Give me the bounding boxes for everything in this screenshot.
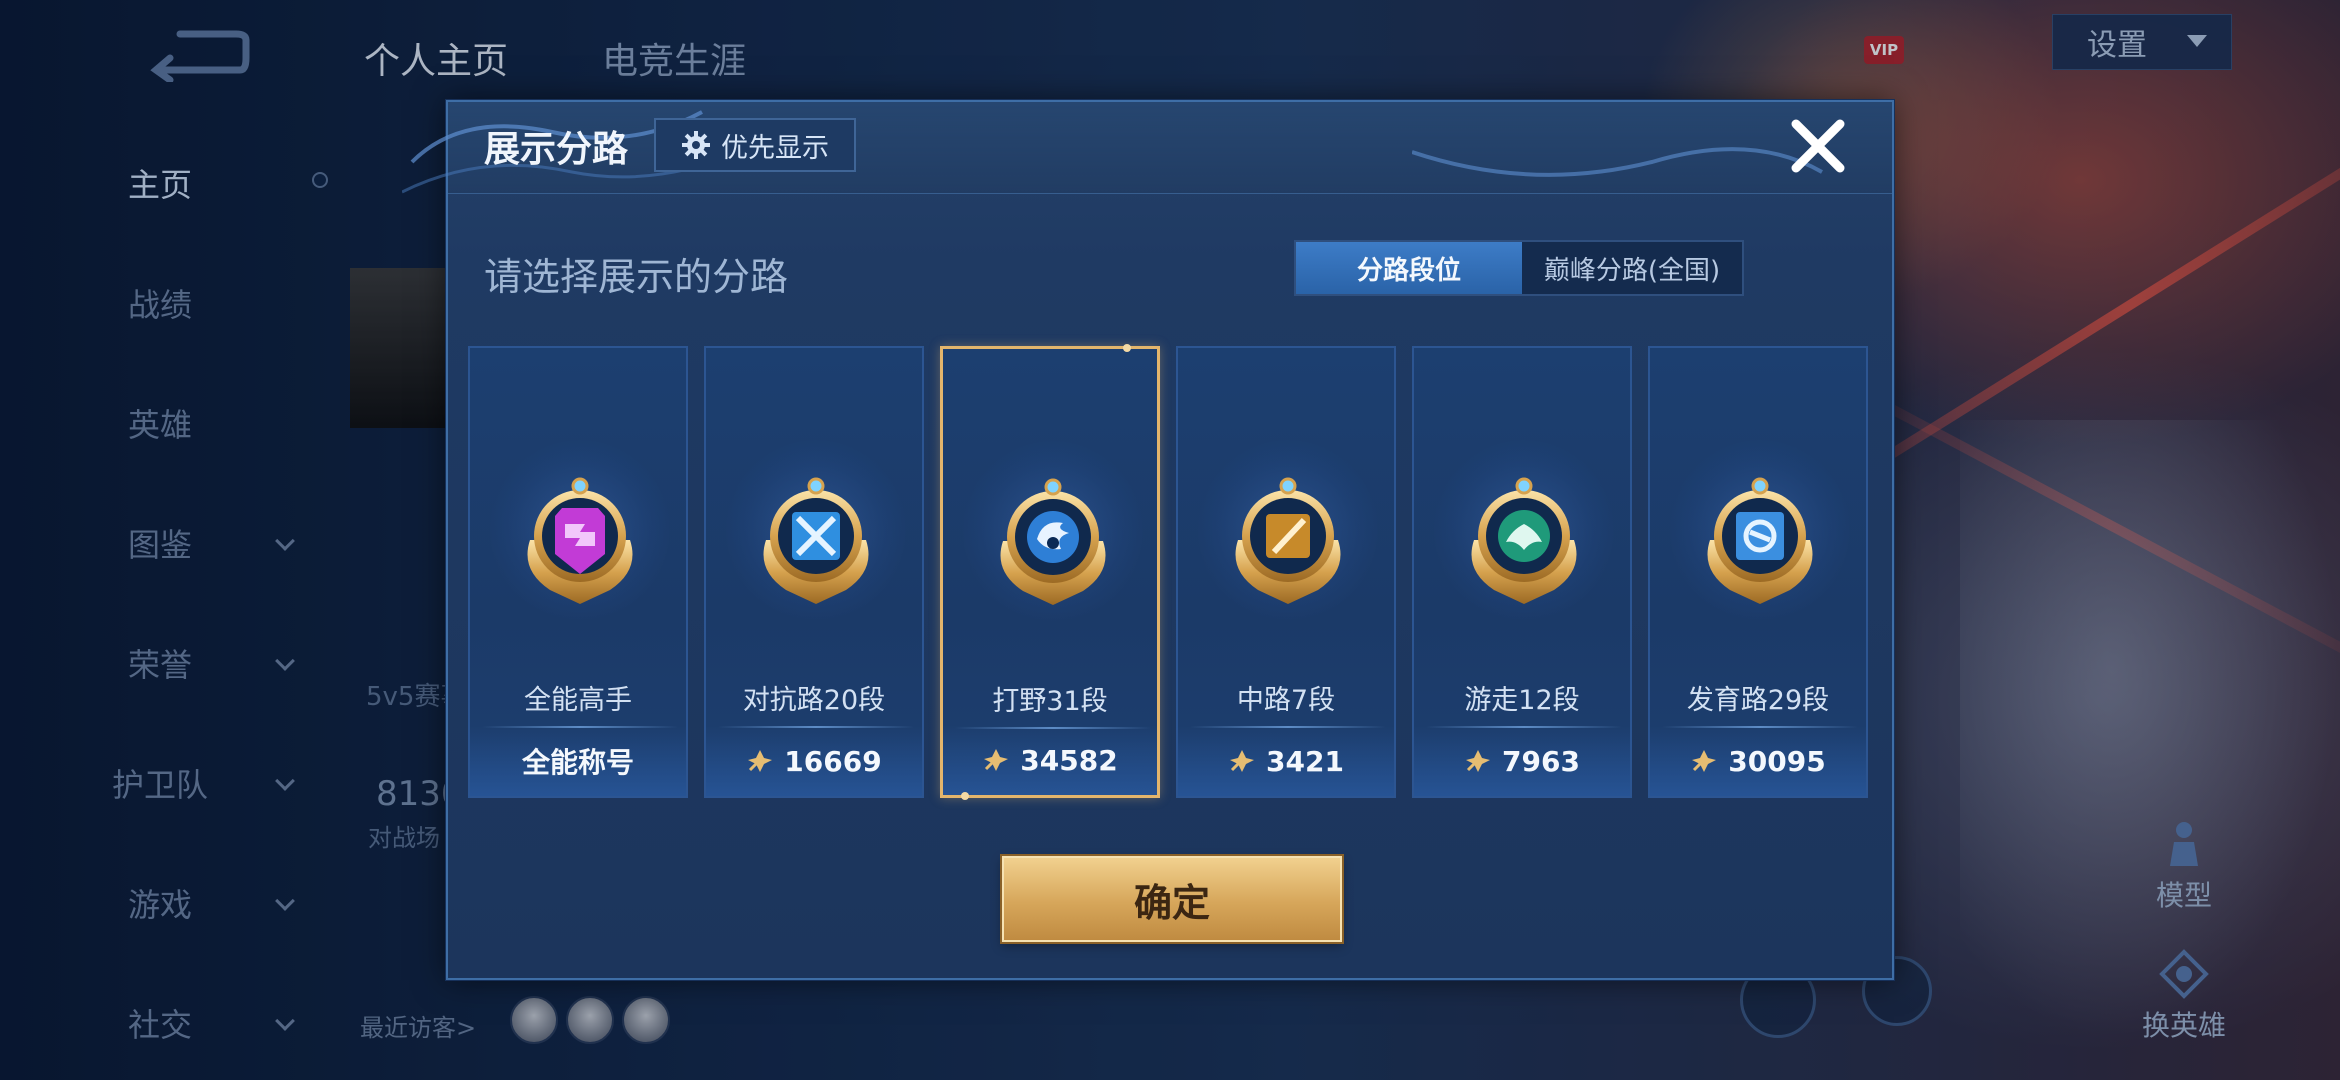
clash-lane-emblem-icon — [746, 470, 886, 610]
lane-rank-label: 对抗路20段 — [742, 685, 886, 716]
selection-corner-dot — [961, 792, 969, 800]
lane-score-value: 7963 — [1502, 744, 1580, 778]
tab-lane-rank[interactable]: 分路段位 — [1296, 242, 1522, 294]
tab-peak-lane-national[interactable]: 巅峰分路(全国) — [1522, 242, 1742, 294]
confirm-button[interactable]: 确定 — [1002, 856, 1342, 942]
dialog-title: 展示分路 — [484, 129, 629, 170]
lane-card-list: 全能高手 全能称号 对抗路20段 16669 打野31段 34582 中路7段 3421 游走1… — [468, 344, 1876, 800]
lane-rank-label: 发育路29段 — [1686, 685, 1830, 716]
gear-icon — [682, 131, 710, 159]
decorative-swirl-icon — [1412, 147, 1823, 177]
lane-card[interactable]: 中路7段 3421 — [1176, 346, 1396, 798]
lane-score-row: 3421 — [1178, 726, 1394, 796]
lane-score-row: 全能称号 — [470, 726, 686, 796]
lane-card[interactable]: 对抗路20段 16669 — [704, 346, 924, 798]
points-icon — [1230, 750, 1255, 772]
lane-score-row: 7963 — [1414, 726, 1630, 796]
lane-card[interactable]: 发育路29段 30095 — [1648, 346, 1868, 798]
points-icon — [1692, 750, 1717, 772]
points-icon — [748, 750, 773, 772]
selection-corner-dot — [1123, 344, 1131, 352]
lane-score-value: 16669 — [784, 744, 882, 778]
mid-lane-emblem-icon — [1218, 470, 1358, 610]
lane-score-value: 3421 — [1266, 744, 1344, 778]
lane-score-row: 34582 — [943, 725, 1157, 795]
farm-lane-emblem-icon — [1690, 470, 1830, 610]
lane-rank-label: 打野31段 — [992, 686, 1108, 717]
lane-score-row: 16669 — [706, 726, 922, 796]
lane-score-value: 全能称号 — [521, 746, 634, 779]
jungle-emblem-icon — [983, 471, 1123, 611]
lane-score-value: 34582 — [1020, 743, 1118, 777]
lane-score-row: 30095 — [1650, 726, 1866, 796]
close-icon[interactable] — [1788, 116, 1848, 176]
lane-rank-label: 全能高手 — [524, 685, 632, 716]
roam-emblem-icon — [1454, 470, 1594, 610]
priority-display-label: 优先显示 — [721, 132, 829, 164]
all-round-emblem-icon — [510, 470, 650, 610]
points-icon — [1466, 750, 1491, 772]
priority-display-button[interactable]: 优先显示 — [654, 118, 856, 172]
lane-rank-label: 中路7段 — [1236, 685, 1336, 716]
lane-score-value: 30095 — [1728, 744, 1826, 778]
dialog-subtitle: 请选择展示的分路 — [484, 255, 789, 299]
lane-card[interactable]: 全能高手 全能称号 — [468, 346, 688, 798]
lane-card[interactable]: 打野31段 34582 — [940, 344, 1160, 800]
points-icon — [984, 749, 1009, 771]
lane-display-dialog: 展示分路 优先显示 请选择展示的分路 分路段位 巅峰分路(全国) 全能高手全能称… — [402, 100, 1894, 980]
lane-card[interactable]: 游走12段 7963 — [1412, 346, 1632, 798]
lane-mode-switch: 分路段位 巅峰分路(全国) — [1294, 240, 1744, 296]
lane-rank-label: 游走12段 — [1464, 685, 1580, 716]
